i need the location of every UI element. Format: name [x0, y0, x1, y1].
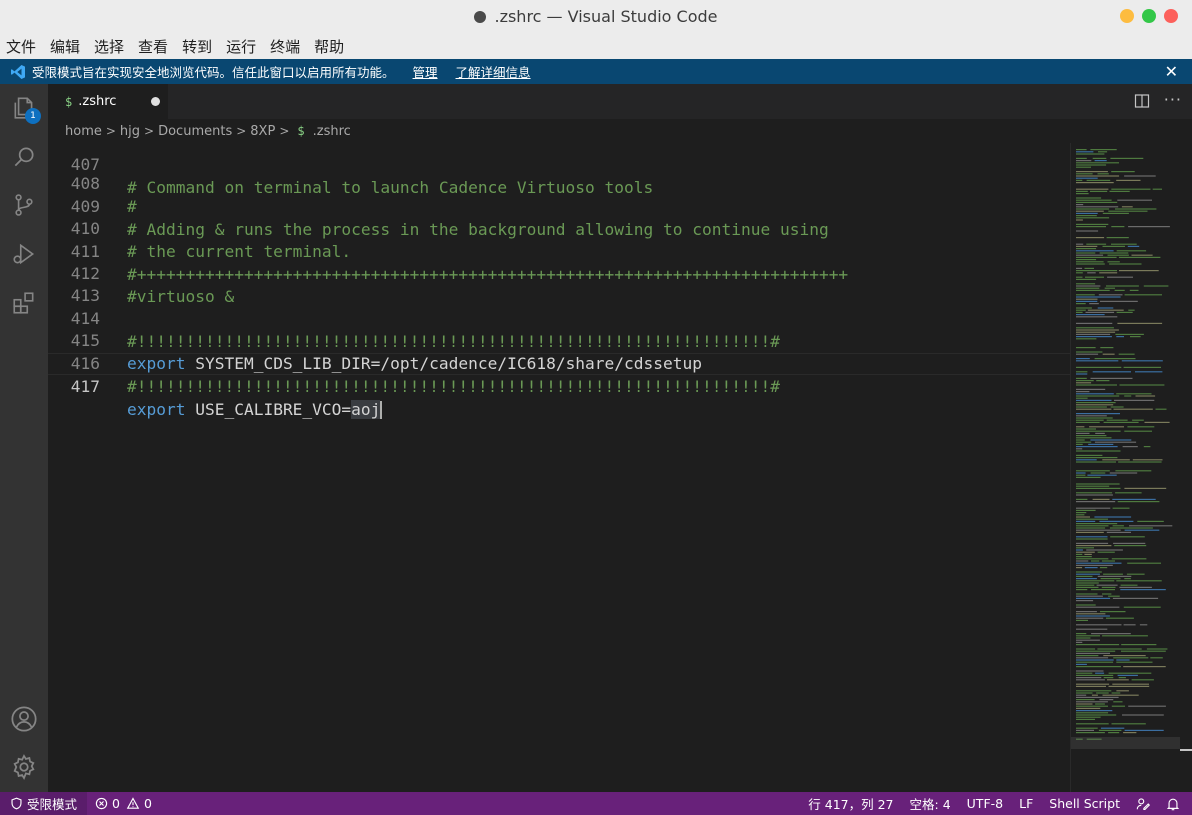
bell-icon [1166, 798, 1180, 810]
status-bar: 受限模式 0 0 行 417，列 27 空格: 4 UTF-8 LF Shell… [0, 792, 1192, 815]
notifications-button[interactable] [1158, 797, 1192, 811]
vscode-logo-icon [11, 64, 25, 79]
warning-count: 0 [143, 796, 152, 811]
code-line[interactable]: 409 # Adding & runs the process in the b… [48, 174, 1070, 238]
minimap[interactable] [1070, 143, 1181, 792]
chevron-right-icon: > [105, 124, 116, 138]
code-line[interactable]: 411 #+++++++++++++++++++++++++++++++++++… [48, 219, 1070, 283]
eol-status[interactable]: LF [1011, 796, 1041, 811]
indentation-status[interactable]: 空格: 4 [902, 794, 959, 813]
error-count: 0 [112, 796, 120, 811]
code-line[interactable]: 413 [48, 263, 1070, 305]
extensions-button[interactable] [0, 279, 48, 327]
status-bar-right: 行 417，列 27 空格: 4 UTF-8 LF Shell Script [800, 792, 1192, 815]
extensions-icon [13, 292, 34, 314]
selected-text[interactable]: aoj [351, 399, 381, 419]
source-control-icon [15, 194, 33, 216]
tab-label: .zshrc [78, 94, 117, 109]
manage-settings-button[interactable] [0, 743, 48, 791]
shell-file-icon: $ [65, 94, 73, 109]
feedback-icon [1136, 797, 1150, 810]
cursor-position-status[interactable]: 行 417，列 27 [800, 794, 901, 813]
code-line-current[interactable]: 417 export USE_CALIBRE_VCO=aoj [48, 353, 1070, 420]
gear-icon [13, 754, 35, 781]
run-debug-icon [13, 243, 35, 265]
explorer-button[interactable]: 1 [0, 84, 48, 132]
vertical-scrollbar[interactable] [1180, 143, 1192, 792]
error-icon [95, 797, 108, 810]
chevron-right-icon: > [144, 124, 155, 138]
accounts-button[interactable] [0, 695, 48, 743]
window-title: .zshrc — Visual Studio Code [494, 7, 718, 26]
banner-message: 受限模式旨在实现安全地浏览代码。信任此窗口以启用所有功能。 [32, 65, 395, 80]
unsaved-dot-icon [474, 10, 487, 23]
split-editor-icon[interactable] [1134, 93, 1150, 109]
chevron-right-icon: > [279, 124, 290, 138]
menu-help[interactable]: 帮助 [307, 36, 351, 57]
breadcrumb-file[interactable]: .zshrc [311, 124, 353, 139]
restricted-mode-label: 受限模式 [27, 797, 78, 812]
menu-bar: 文件 编辑 选择 查看 转到 运行 终端 帮助 [0, 33, 1192, 59]
more-actions-icon[interactable]: ··· [1164, 92, 1182, 109]
breadcrumb: home > hjg > Documents > 8XP > $ .zshrc [48, 119, 1192, 143]
account-icon [11, 706, 37, 732]
activity-bar: 1 [0, 84, 48, 792]
code-editor[interactable]: 407 # Command on terminal to launch Cade… [48, 143, 1070, 792]
search-button[interactable] [0, 133, 48, 181]
title-bar: .zshrc — Visual Studio Code [0, 0, 1192, 33]
breadcrumb-home[interactable]: home [48, 124, 104, 139]
code-text: #!!!!!!!!!!!!!!!!!!!!!!!!!!!!!!!!!!!!!!!… [127, 376, 780, 396]
keyword-export: export [127, 399, 186, 419]
warning-icon [126, 797, 140, 809]
manage-link[interactable]: 管理 [413, 62, 438, 81]
editor-tabs: $ .zshrc ··· [48, 84, 1192, 119]
code-line[interactable]: 410 # the current terminal. [48, 196, 1070, 260]
code-line[interactable]: 414 #!!!!!!!!!!!!!!!!!!!!!!!!!!!!!!!!!!!… [48, 286, 1070, 350]
unsaved-indicator-icon[interactable] [151, 97, 160, 106]
breadcrumb-8xp[interactable]: 8XP [248, 124, 277, 139]
menu-run[interactable]: 运行 [219, 36, 263, 57]
run-debug-button[interactable] [0, 230, 48, 278]
code-line[interactable]: 416 #!!!!!!!!!!!!!!!!!!!!!!!!!!!!!!!!!!!… [48, 331, 1070, 395]
code-line[interactable]: 415 export SYSTEM_CDS_LIB_DIR=/opt/caden… [48, 308, 1070, 372]
window-controls [1120, 9, 1178, 23]
close-icon[interactable]: ✕ [1165, 62, 1178, 81]
encoding-status[interactable]: UTF-8 [959, 796, 1011, 811]
search-icon [14, 147, 34, 167]
editor-actions: ··· [1134, 92, 1182, 109]
code-text: USE_CALIBRE_VCO= [185, 399, 352, 419]
menu-file[interactable]: 文件 [0, 36, 43, 57]
minimap-lines [1071, 149, 1181, 749]
zoom-button[interactable] [1142, 9, 1156, 23]
breadcrumb-documents[interactable]: Documents [156, 124, 234, 139]
restricted-mode-banner: 受限模式旨在实现安全地浏览代码。信任此窗口以启用所有功能。 管理 了解详细信息 … [0, 59, 1192, 84]
menu-edit[interactable]: 编辑 [43, 36, 87, 57]
code-line[interactable]: 412 #virtuoso & [48, 241, 1070, 305]
scroll-position-marker [1180, 749, 1192, 751]
feedback-button[interactable] [1128, 797, 1158, 811]
menu-view[interactable]: 查看 [131, 36, 175, 57]
chevron-right-icon: > [236, 124, 247, 138]
learn-more-link[interactable]: 了解详细信息 [456, 62, 531, 81]
problems-status[interactable]: 0 0 [87, 796, 160, 811]
breadcrumb-hjg[interactable]: hjg [118, 124, 142, 139]
shell-file-icon: $ [297, 124, 305, 138]
menu-selection[interactable]: 选择 [87, 36, 131, 57]
explorer-badge: 1 [25, 108, 41, 124]
line-number: 417 [70, 377, 100, 397]
minimize-button[interactable] [1120, 9, 1134, 23]
shield-icon [11, 797, 22, 810]
code-line[interactable]: 408 # [48, 151, 1070, 215]
menu-terminal[interactable]: 终端 [263, 36, 307, 57]
source-control-button[interactable] [0, 181, 48, 229]
text-cursor [380, 401, 383, 420]
language-mode-status[interactable]: Shell Script [1041, 796, 1128, 811]
tab-zshrc[interactable]: $ .zshrc [48, 84, 168, 119]
close-window-button[interactable] [1164, 9, 1178, 23]
menu-go[interactable]: 转到 [175, 36, 219, 57]
restricted-mode-status[interactable]: 受限模式 [0, 792, 88, 815]
